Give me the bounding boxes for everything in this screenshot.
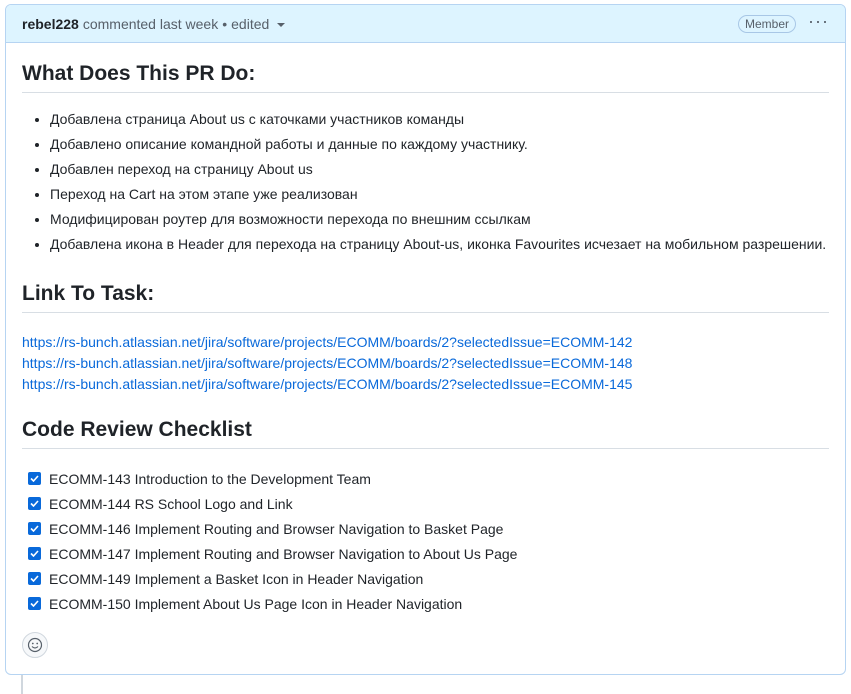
checkbox[interactable] (28, 472, 41, 485)
check-icon (30, 525, 39, 532)
smiley-icon (27, 637, 43, 653)
add-reaction-button[interactable] (22, 632, 48, 658)
check-icon (30, 500, 39, 507)
task-label: ECOMM-144 RS School Logo and Link (49, 495, 293, 512)
author-link[interactable]: rebel228 (22, 16, 79, 32)
task-link[interactable]: https://rs-bunch.atlassian.net/jira/soft… (22, 374, 829, 395)
chevron-down-icon[interactable] (277, 22, 286, 27)
bullet-list: Добавлена страница About us с каточками … (22, 107, 829, 257)
task-item: ECOMM-150 Implement About Us Page Icon i… (28, 591, 829, 616)
task-item: ECOMM-143 Introduction to the Developmen… (28, 466, 829, 491)
checkbox[interactable] (28, 497, 41, 510)
list-item: Добавлен переход на страницу About us (50, 157, 829, 182)
checkbox[interactable] (28, 597, 41, 610)
kebab-horizontal-icon[interactable]: ··· (808, 12, 829, 32)
member-badge: Member (738, 14, 797, 33)
header-actions: Member ··· (738, 12, 829, 33)
check-icon (30, 475, 39, 482)
link-list: https://rs-bunch.atlassian.net/jira/soft… (22, 332, 829, 395)
task-link[interactable]: https://rs-bunch.atlassian.net/jira/soft… (22, 353, 829, 374)
heading-checklist: Code Review Checklist (22, 418, 829, 449)
checkbox[interactable] (28, 522, 41, 535)
check-icon (30, 575, 39, 582)
comment-box: rebel228 commented last week • edited Me… (5, 4, 846, 675)
timeline-line (21, 674, 23, 694)
comment-header: rebel228 commented last week • edited Me… (6, 5, 845, 43)
list-item: Добавлена страница About us с каточками … (50, 107, 829, 132)
task-label: ECOMM-147 Implement Routing and Browser … (49, 545, 518, 562)
edited-label[interactable]: edited (231, 16, 269, 32)
list-item: Переход на Cart на этом этапе уже реализ… (50, 182, 829, 207)
task-item: ECOMM-146 Implement Routing and Browser … (28, 516, 829, 541)
task-link[interactable]: https://rs-bunch.atlassian.net/jira/soft… (22, 332, 829, 353)
checkbox[interactable] (28, 547, 41, 560)
task-label: ECOMM-143 Introduction to the Developmen… (49, 470, 371, 487)
task-list: ECOMM-143 Introduction to the Developmen… (22, 466, 829, 616)
heading-link: Link To Task: (22, 282, 829, 313)
check-icon (30, 550, 39, 557)
heading-what: What Does This PR Do: (22, 62, 829, 93)
list-item: Добавлено описание командной работы и да… (50, 132, 829, 157)
list-item: Модифицирован роутер для возможности пер… (50, 207, 829, 232)
task-item: ECOMM-147 Implement Routing and Browser … (28, 541, 829, 566)
task-label: ECOMM-150 Implement About Us Page Icon i… (49, 595, 463, 612)
task-label: ECOMM-149 Implement a Basket Icon in Hea… (49, 570, 424, 587)
check-icon (30, 600, 39, 607)
task-item: ECOMM-149 Implement a Basket Icon in Hea… (28, 566, 829, 591)
comment-action[interactable]: commented last week (83, 16, 218, 32)
separator-dot: • (222, 15, 228, 32)
comment-body: What Does This PR Do: Добавлена страница… (6, 62, 845, 616)
checkbox[interactable] (28, 572, 41, 585)
task-item: ECOMM-144 RS School Logo and Link (28, 491, 829, 516)
list-item: Добавлена икона в Header для перехода на… (50, 232, 829, 257)
task-label: ECOMM-146 Implement Routing and Browser … (49, 520, 504, 537)
